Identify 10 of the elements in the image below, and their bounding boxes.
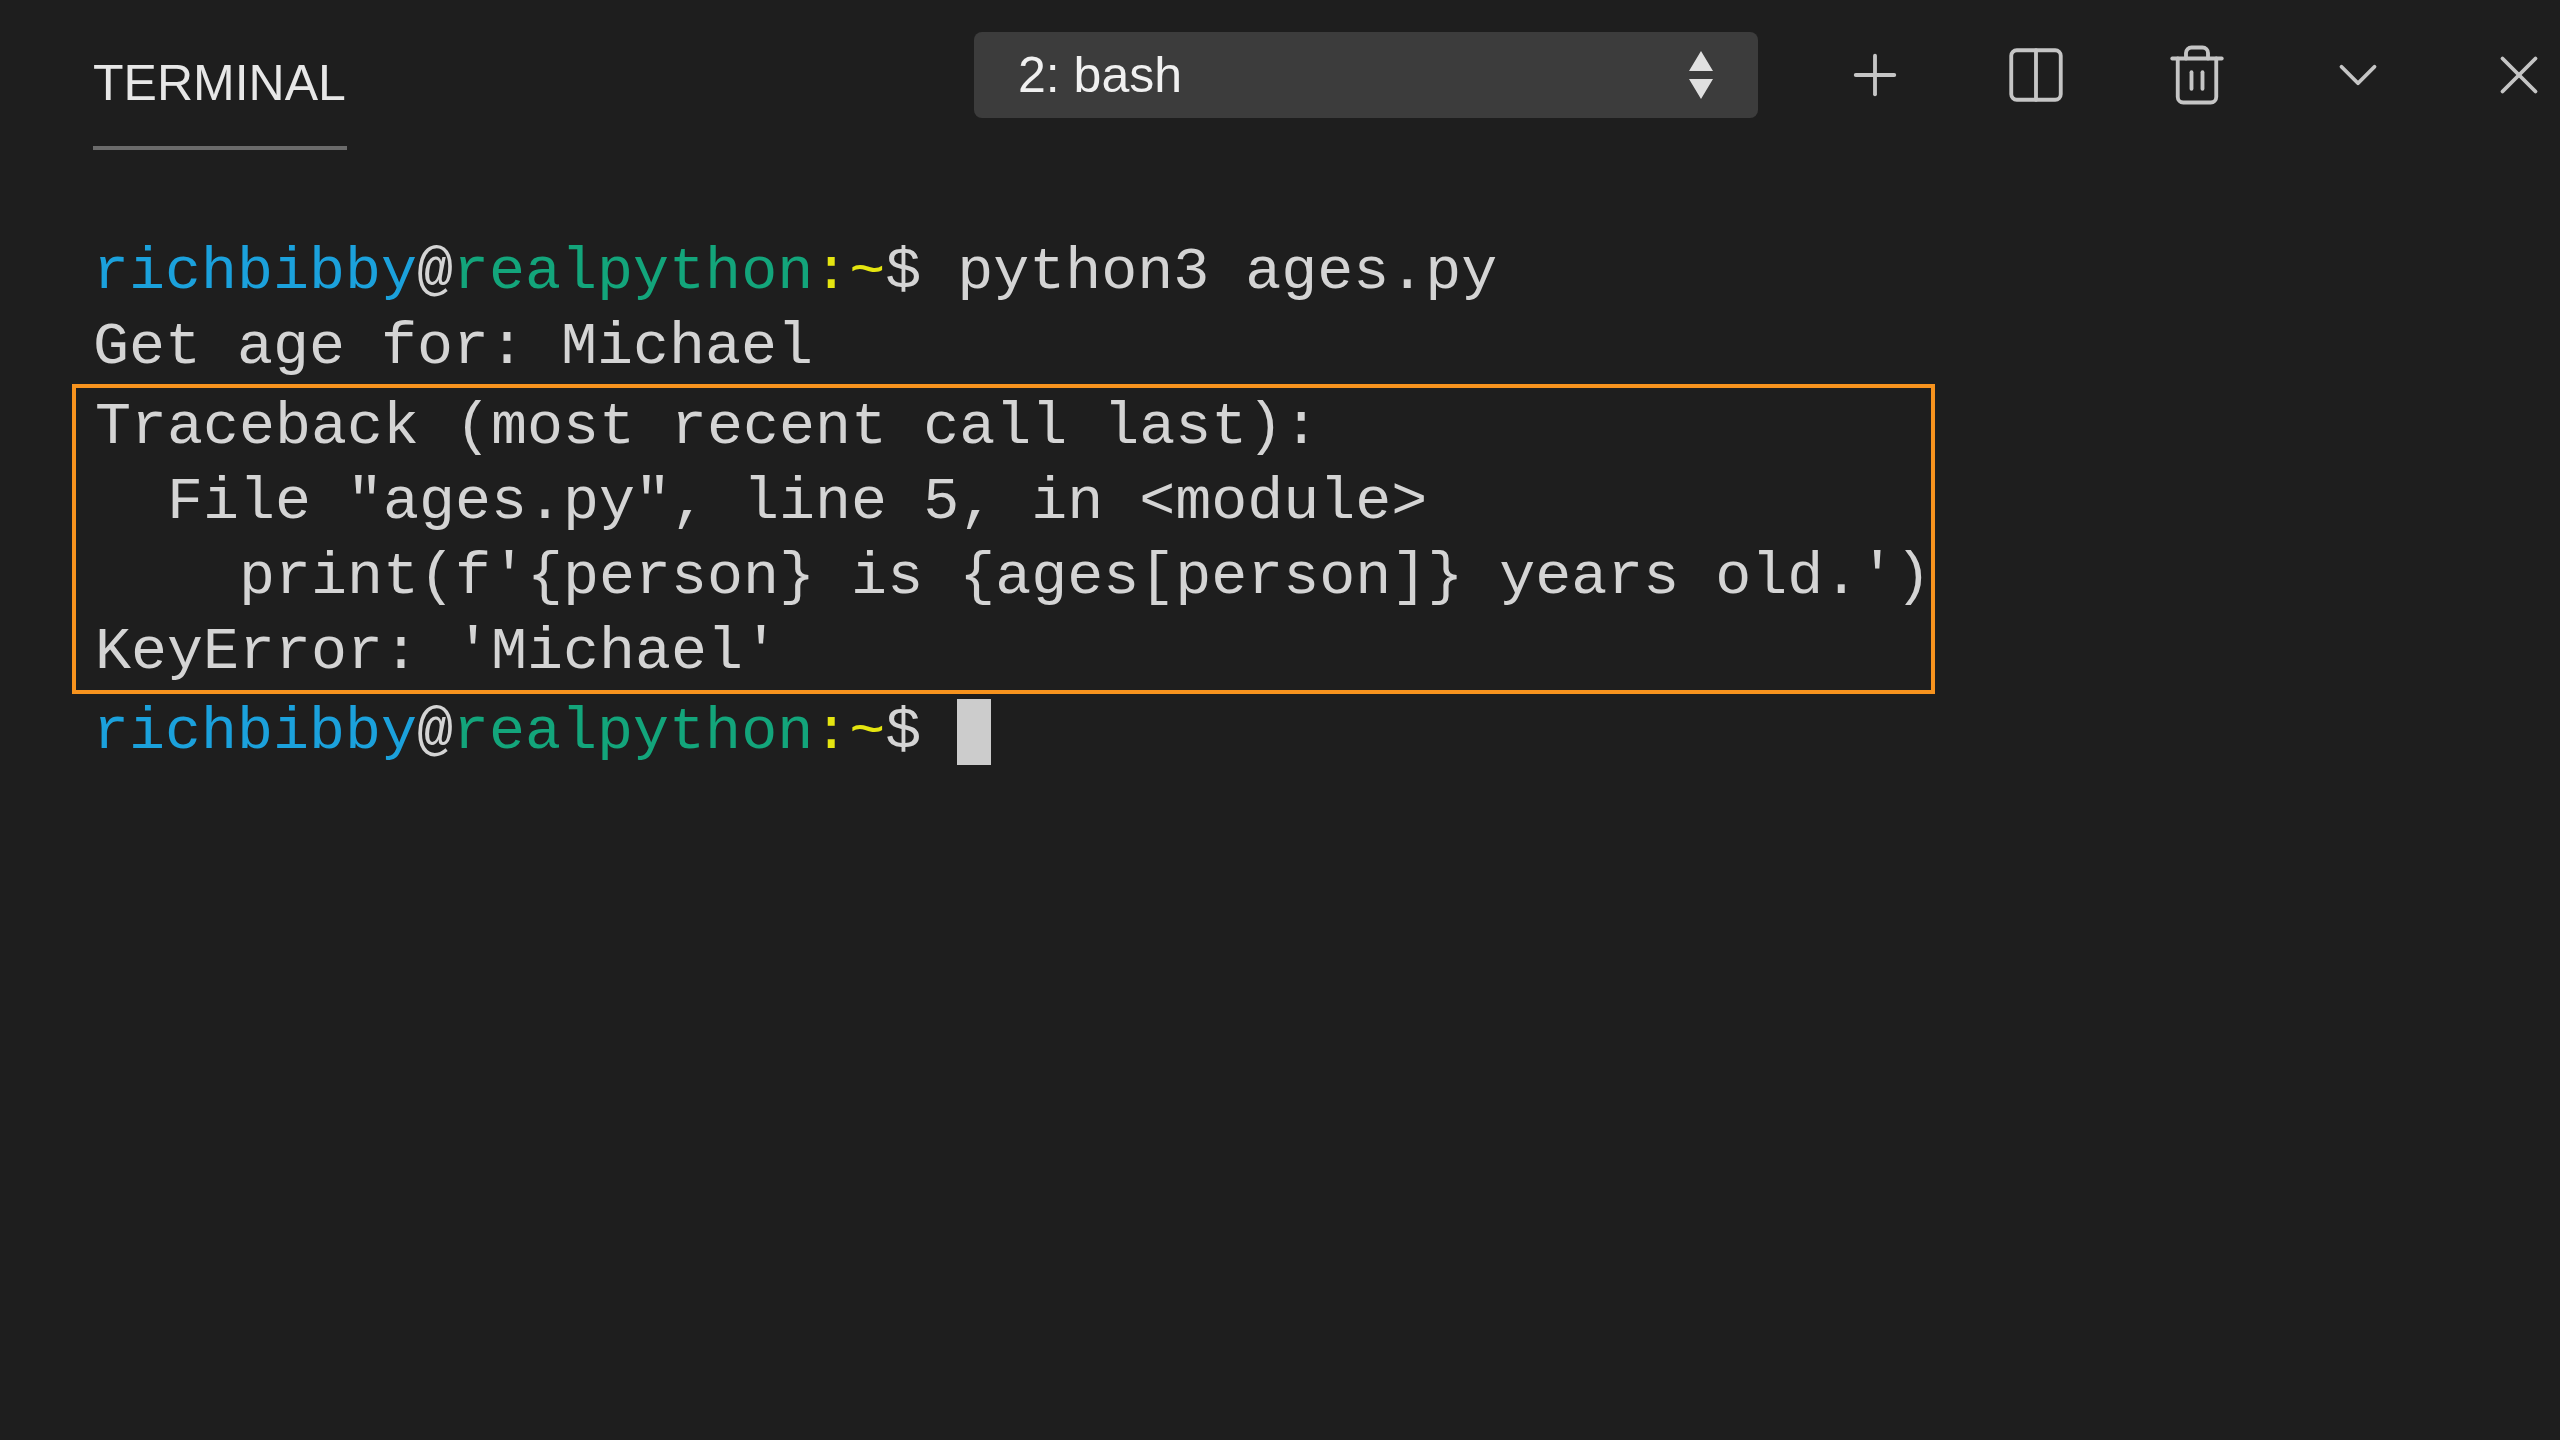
terminal-tab[interactable]: TERMINAL [93,0,347,150]
output-line: Traceback (most recent call last): [95,391,1320,463]
output-line: KeyError: 'Michael' [95,616,780,688]
output-line: print(f'{person} is {ages[person]} years old.') [238,541,1932,613]
output-line: Get age for: Michael [93,311,814,383]
sort-arrows-icon [1688,49,1714,101]
prompt-line: richbibby@realpython:~$ [93,696,922,768]
terminal-select[interactable]: 2: bash [974,32,1758,118]
prompt-line: richbibby@realpython:~$ python3 ages.py [93,236,1498,308]
output-line: File "ages.py", line 5, in <module> [166,466,1428,538]
